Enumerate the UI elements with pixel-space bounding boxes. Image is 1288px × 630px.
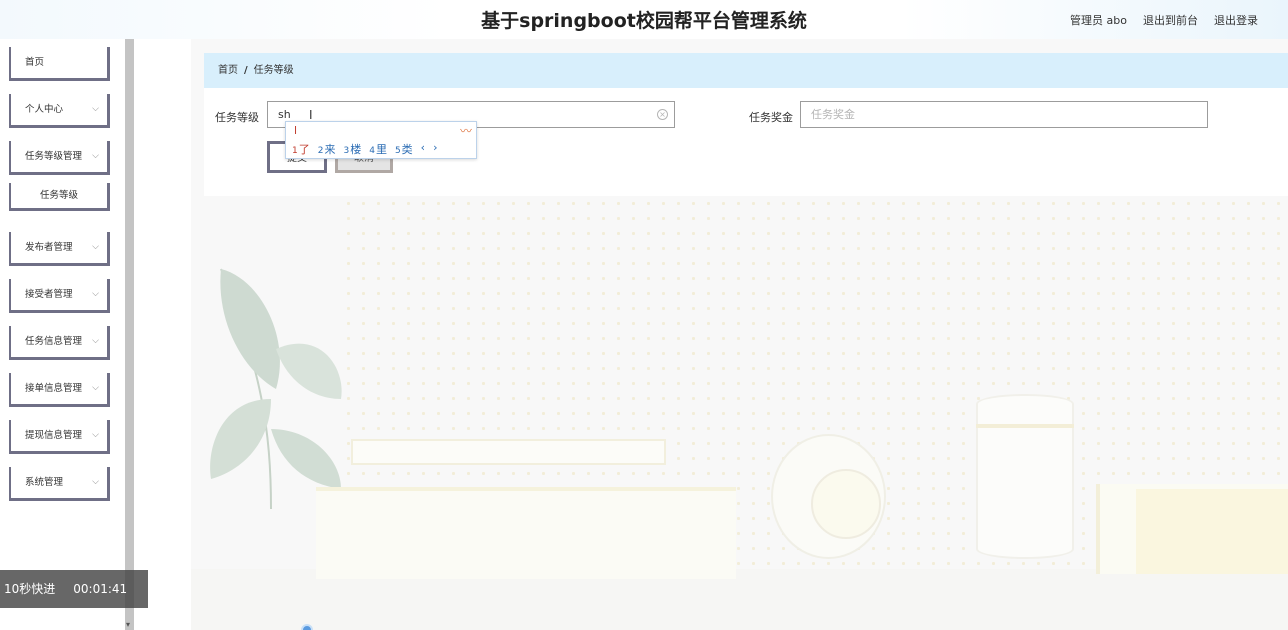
chevron-down-icon: ⌵ [92,477,99,487]
breadcrumb: 首页 / 任务等级 [204,53,1288,88]
sidebar-item-task-level-mgmt[interactable]: 任务等级管理 ⌵ [9,141,110,175]
chevron-down-icon: ⌵ [92,151,99,161]
sidebar-item-order-info-mgmt[interactable]: 接单信息管理 ⌵ [9,373,110,407]
sidebar-item-receiver-mgmt[interactable]: 接受者管理 ⌵ [9,279,110,313]
chevron-down-icon: ⌵ [92,242,99,252]
go-frontend-link[interactable]: 退出到前台 [1143,12,1198,28]
ime-candidate[interactable]: 2来 [318,141,336,157]
sidebar-item-label: 提现信息管理 [25,430,83,441]
ime-composition: l [294,124,298,137]
sidebar-item-label: 首页 [25,57,45,68]
sidebar-subitem-task-level[interactable]: 任务等级 [9,183,110,211]
task-reward-label: 任务奖金 [749,111,793,124]
breadcrumb-home[interactable]: 首页 [218,65,238,76]
sidebar-item-withdraw-mgmt[interactable]: 提现信息管理 ⌵ [9,420,110,454]
chevron-down-icon: ⌵ [92,289,99,299]
ime-candidate[interactable]: 1了 [292,141,310,157]
ime-candidate[interactable]: 5类 [395,141,413,157]
ime-candidates: 1了 2来 3楼 4里 5类 ‹ › [292,141,437,157]
admin-user-label: 管理员 abo [1070,14,1127,27]
task-reward-input[interactable]: 任务奖金 [800,101,1208,128]
ime-candidate-popup: l 〰 1了 2来 3楼 4里 5类 ‹ › [285,121,477,159]
chevron-down-icon: ⌵ [92,430,99,440]
floating-dot-icon[interactable] [301,624,313,630]
sidebar-item-home[interactable]: 首页 [9,47,110,81]
chevron-down-icon: ⌵ [92,336,99,346]
scroll-down-arrow-icon[interactable]: ▾ [126,620,130,629]
text-cursor-icon: I [309,108,313,122]
sidebar-item-publisher-mgmt[interactable]: 发布者管理 ⌵ [9,232,110,266]
sidebar-item-label: 系统管理 [25,477,64,488]
sidebar-item-label: 任务信息管理 [25,336,83,347]
ime-candidate[interactable]: 4里 [369,141,387,157]
fast-forward-button[interactable]: 10秒快进 [4,570,55,608]
sidebar-item-label: 任务等级管理 [25,151,83,162]
sidebar-item-label: 发布者管理 [25,242,73,253]
breadcrumb-current: 任务等级 [253,65,294,76]
sidebar-item-profile[interactable]: 个人中心 ⌵ [9,94,110,128]
ime-logo-icon: 〰 [459,124,472,138]
ime-next-icon[interactable]: › [433,141,437,157]
ime-candidate[interactable]: 3楼 [343,141,361,157]
clear-icon[interactable]: × [657,109,668,120]
sidebar-item-label: 个人中心 [25,104,64,115]
sidebar-item-label: 任务等级 [39,190,78,201]
sidebar-item-label: 接受者管理 [25,289,73,300]
playback-time: 00:01:41 [73,582,128,596]
task-level-label: 任务等级 [215,111,259,124]
logout-link[interactable]: 退出登录 [1214,12,1258,28]
plant-illustration-icon [210,268,342,509]
chevron-down-icon: ⌵ [92,383,99,393]
player-overlay: 10秒快进 00:01:41 [0,570,148,608]
sidebar-item-system-mgmt[interactable]: 系统管理 ⌵ [9,467,110,501]
ime-prev-icon[interactable]: ‹ [421,141,425,157]
sidebar-item-task-info-mgmt[interactable]: 任务信息管理 ⌵ [9,326,110,360]
top-header: 基于springboot校园帮平台管理系统 管理员 abo 退出到前台 退出登录 [0,0,1288,39]
chevron-down-icon: ⌵ [92,104,99,114]
sidebar-item-label: 接单信息管理 [25,383,83,394]
header-actions: 管理员 abo 退出到前台 退出登录 [1070,12,1258,28]
sidebar-scrollbar[interactable] [125,39,134,630]
